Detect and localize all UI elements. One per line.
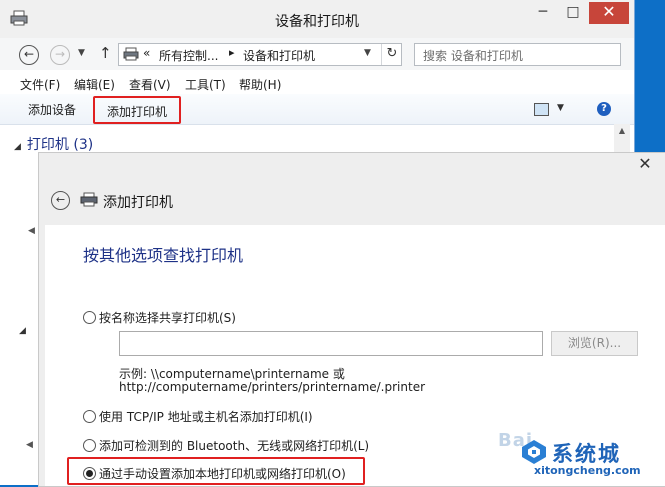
dialog-close-button[interactable]: ✕ <box>628 155 662 173</box>
command-bar: 添加设备 添加打印机 ▼ ? <box>0 94 634 125</box>
brand-logo-icon <box>522 440 546 464</box>
add-printer-label: 添加打印机 <box>107 105 168 119</box>
collapse-icon[interactable]: ◢ <box>14 142 21 152</box>
item-arrow-icon: ◀ <box>28 226 35 236</box>
breadcrumb-overflow[interactable]: « <box>143 46 150 60</box>
close-button[interactable]: ✕ <box>589 2 629 24</box>
radio-button[interactable] <box>83 410 96 423</box>
menu-help[interactable]: 帮助(H) <box>239 76 281 93</box>
printers-group-header[interactable]: ◢ 打印机 (3) <box>14 134 93 154</box>
back-icon[interactable]: ← <box>19 45 39 65</box>
menu-file[interactable]: 文件(F) <box>20 76 60 93</box>
search-input[interactable]: 搜索 设备和打印机 <box>414 43 621 66</box>
shared-printer-name-input[interactable] <box>119 331 543 356</box>
add-device-button[interactable]: 添加设备 <box>28 101 76 118</box>
menu-edit[interactable]: 编辑(E) <box>74 76 115 93</box>
group-collapse-icon[interactable]: ◢ <box>19 326 26 336</box>
example-text: http://computername/printers/printername… <box>119 380 426 394</box>
menu-view[interactable]: 查看(V) <box>129 76 171 93</box>
watermark-url: xitongcheng.com <box>534 464 641 477</box>
title-bar: 设备和打印机 ─ □ ✕ <box>0 0 634 38</box>
view-options-icon[interactable] <box>534 103 549 116</box>
breadcrumb-control-panel[interactable]: 所有控制... <box>159 47 218 64</box>
watermark: Bai 系统城 xitongcheng.com <box>498 428 648 480</box>
printers-group-label: 打印机 (3) <box>26 137 94 153</box>
printer-icon <box>123 47 139 61</box>
recent-locations-dropdown-icon[interactable]: ▼ <box>78 48 85 58</box>
item-arrow-icon: ◀ <box>26 440 33 450</box>
browse-button[interactable]: 浏览(R)... <box>551 331 638 356</box>
option-label[interactable]: 通过手动设置添加本地打印机或网络打印机(O) <box>99 465 346 482</box>
navigation-bar: ← → ▼ ↑ « 所有控制... ▸ 设备和打印机 ▼ ↻ 搜索 设备和打印机 <box>0 38 634 70</box>
dialog-title: 添加打印机 <box>103 195 173 211</box>
view-dropdown-icon[interactable]: ▼ <box>557 103 564 113</box>
back-icon[interactable]: ← <box>51 191 70 210</box>
breadcrumb-devices-printers[interactable]: 设备和打印机 <box>243 47 315 64</box>
menu-bar: 文件(F) 编辑(E) 查看(V) 工具(T) 帮助(H) <box>0 72 634 94</box>
option-label[interactable]: 添加可检测到的 Bluetooth、无线或网络打印机(L) <box>99 437 369 454</box>
menu-tools[interactable]: 工具(T) <box>185 76 226 93</box>
help-icon[interactable]: ? <box>597 102 611 116</box>
radio-button[interactable] <box>83 311 96 324</box>
page-heading: 按其他选项查找打印机 <box>83 246 244 265</box>
radio-button-selected[interactable] <box>83 467 96 480</box>
forward-icon[interactable]: → <box>50 45 70 65</box>
maximize-button[interactable]: □ <box>559 2 587 24</box>
up-icon[interactable]: ↑ <box>99 44 112 62</box>
refresh-icon[interactable]: ↻ <box>381 44 402 65</box>
scroll-up-icon[interactable]: ▲ <box>614 126 630 135</box>
minimize-button[interactable]: ─ <box>529 2 557 24</box>
option-label[interactable]: 使用 TCP/IP 地址或主机名添加打印机(I) <box>99 408 313 425</box>
search-placeholder: 搜索 设备和打印机 <box>423 49 523 63</box>
address-dropdown-icon[interactable]: ▼ <box>364 48 371 58</box>
address-bar[interactable]: « 所有控制... ▸ 设备和打印机 ▼ ↻ <box>118 43 402 66</box>
printer-icon <box>80 192 98 207</box>
breadcrumb-separator-icon[interactable]: ▸ <box>229 46 235 59</box>
radio-button[interactable] <box>83 439 96 452</box>
option-label[interactable]: 按名称选择共享打印机(S) <box>99 309 236 326</box>
add-printer-button[interactable]: 添加打印机 <box>93 96 181 124</box>
